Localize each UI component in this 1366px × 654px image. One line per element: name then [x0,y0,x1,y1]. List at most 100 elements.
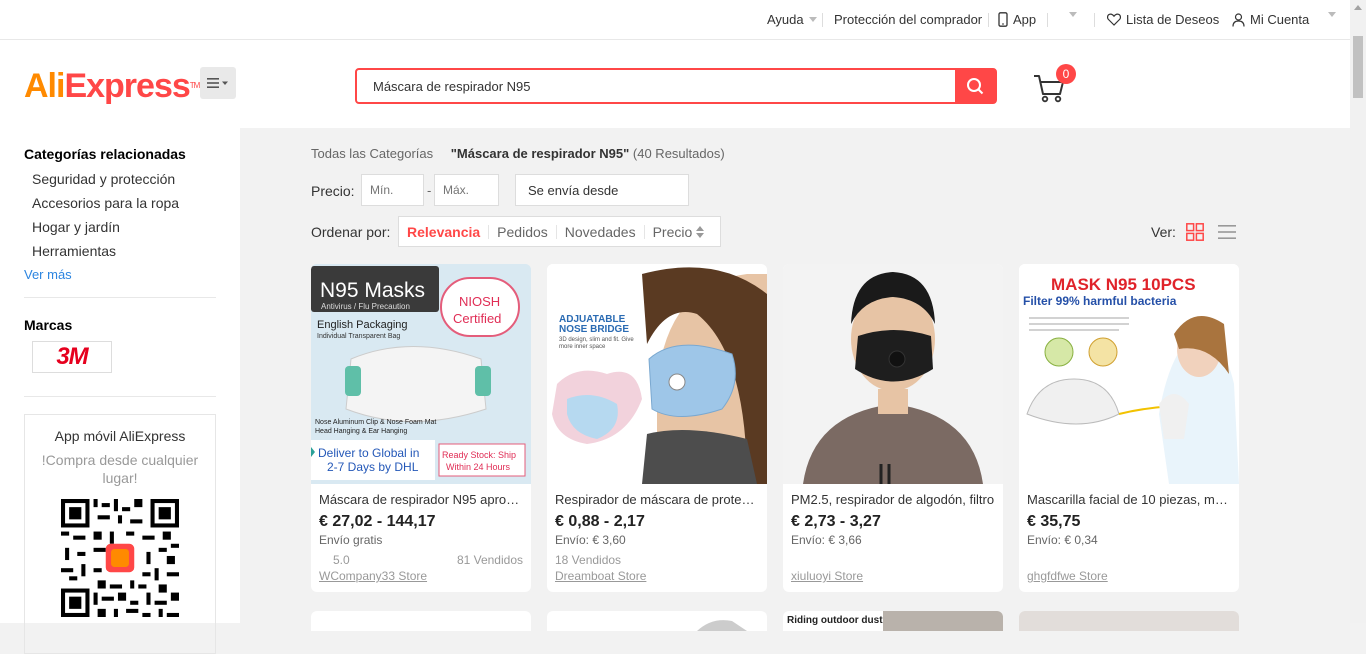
sort-price[interactable]: Precio [643,223,713,240]
product-title[interactable]: Máscara de respirador N95 aprobada [319,492,523,507]
sidebar: Categorías relacionadas Seguridad y prot… [0,128,240,654]
img-text: Nose Aluminum Clip & Nose Foam Mat [315,419,436,426]
cart-count-badge: 0 [1056,64,1076,84]
product-image[interactable] [783,264,1003,484]
heart-icon [1107,13,1121,26]
product-image: Riding outdoor dust [787,611,1003,631]
grid-view-icon[interactable] [1186,223,1204,241]
divider [24,297,216,298]
sort-arrows-icon [696,225,705,238]
price-range-dash: - [427,183,432,198]
help-label: Ayuda [767,12,804,27]
img-text: 2-7 Days by DHL [327,460,419,474]
scrollbar-thumb[interactable] [1353,36,1363,98]
product-price: € 2,73 - 3,27 [791,513,881,530]
app-promo-subtitle: !Compra desde cualquier lugar! [41,452,199,486]
divider [1047,13,1048,27]
product-shipping: Envío: € 0,34 [1027,533,1098,547]
product-card[interactable]: N95 Masks Antivirus / Flu Precaution Eng… [311,264,531,592]
product-title[interactable]: Mascarilla facial de 10 piezas, mascaril… [1027,492,1231,507]
divider [24,396,216,397]
img-text: Antivirus / Flu Precaution [321,302,410,311]
category-link[interactable]: Accesorios para la ropa [32,195,179,211]
img-text: NOSE BRIDGE [559,324,629,335]
results-area: Todas las Categorías "Máscara de respira… [240,128,1350,631]
logo-ali: Ali [24,67,65,105]
buyer-protection-link[interactable]: Protección del comprador [834,12,982,27]
user-icon [1232,12,1245,27]
qr-code-icon [61,499,179,617]
categories-menu-button[interactable] [200,67,236,99]
app-link[interactable]: App [998,12,1036,27]
product-title[interactable]: Respirador de máscara de protección [555,492,759,507]
product-shipping: Envío: € 3,66 [791,533,862,547]
product-title[interactable]: PM2.5, respirador de algodón, filtro [791,492,995,507]
breadcrumb-all-categories[interactable]: Todas las Categorías [311,146,433,161]
max-price-input[interactable] [434,174,499,206]
store-link[interactable]: xiuluoyi Store [791,569,863,583]
help-menu[interactable]: Ayuda [767,12,817,27]
sort-orders[interactable]: Pedidos [488,224,556,239]
search-bar [355,68,997,104]
account-label: Mi Cuenta [1250,12,1310,27]
img-text: NIOSH [459,294,500,309]
app-promo-title: App móvil AliExpress [54,428,186,444]
logo-tm: TM [189,81,201,90]
product-sold-count: 18 Vendidos [555,553,622,567]
img-text: Riding outdoor dust [787,615,883,626]
ships-from-select[interactable]: Se envía desde [515,174,689,206]
brand-3m-logo[interactable]: 3M [32,341,112,373]
list-view-icon[interactable] [1218,224,1236,240]
img-text: Ready Stock: Ship [442,450,516,460]
product-shipping: Envío gratis [319,533,383,547]
product-card[interactable]: PM2.5, respirador de algodón, filtro € 2… [783,264,1003,592]
product-image[interactable]: ADJUATABLE NOSE BRIDGE 3D design, slim a… [547,264,767,484]
search-input[interactable] [357,70,957,102]
store-link[interactable]: Dreamboat Store [555,569,646,583]
category-link[interactable]: Hogar y jardín [32,219,120,235]
store-link[interactable]: WCompany33 Store [319,569,427,583]
product-card[interactable]: ADJUATABLE NOSE BRIDGE 3D design, slim a… [547,264,767,592]
chevron-down-icon [808,17,817,22]
min-price-input[interactable] [361,174,424,206]
product-image [1019,611,1239,631]
product-card[interactable] [1019,611,1239,631]
sort-newest[interactable]: Novedades [555,224,644,239]
product-image[interactable]: N95 Masks Antivirus / Flu Precaution Eng… [311,264,531,484]
buyer-protection-label: Protección del comprador [834,12,983,27]
divider [1094,13,1095,27]
category-link[interactable]: Seguridad y protección [32,171,175,187]
category-link[interactable]: Herramientas [32,243,116,259]
ships-from-label: Se envía desde [528,183,619,198]
img-text: Head Hanging & Ear Hanging [315,428,407,435]
product-card[interactable] [311,611,531,631]
chevron-down-icon [1328,12,1336,17]
scroll-up-arrow-icon[interactable] [1354,5,1362,10]
app-promo-box: App móvil AliExpress !Compra desde cualq… [24,414,216,654]
aliexpress-logo[interactable]: AliExpressTM [24,66,201,106]
account-menu[interactable]: Mi Cuenta [1232,12,1309,27]
sort-relevance[interactable]: Relevancia [407,225,488,239]
product-image-black-mask [783,264,1003,484]
see-more-link[interactable]: Ver más [24,267,72,282]
result-count: (40 Resultados) [632,146,725,161]
account-dropdown[interactable] [1328,12,1336,17]
search-button[interactable] [955,70,995,102]
scrollbar[interactable] [1350,0,1366,623]
store-link[interactable]: ghgfdfwe Store [1027,569,1108,583]
sort-options: Relevancia Pedidos Novedades Precio [398,216,722,247]
product-card[interactable]: Riding outdoor dust [783,611,1003,631]
sort-price-label: Precio [652,223,693,240]
product-price: € 27,02 - 144,17 [319,513,436,530]
product-image[interactable]: MASK N95 10PCS Filter 99% harmful bacter… [1019,264,1239,484]
cart-button[interactable]: 0 [1032,64,1076,106]
product-image-kids-mask: ADJUATABLE NOSE BRIDGE 3D design, slim a… [547,264,767,484]
wishlist-link[interactable]: Lista de Deseos [1107,12,1219,27]
language-menu[interactable] [1069,12,1077,17]
logo-express: Express [64,67,190,105]
product-image-n95: N95 Masks Antivirus / Flu Precaution Eng… [311,264,531,484]
product-sold-count: 81 Vendidos [456,553,523,567]
product-card[interactable] [547,611,767,631]
product-card[interactable]: MASK N95 10PCS Filter 99% harmful bacter… [1019,264,1239,592]
img-text: Individual Transparent Bag [317,333,400,340]
